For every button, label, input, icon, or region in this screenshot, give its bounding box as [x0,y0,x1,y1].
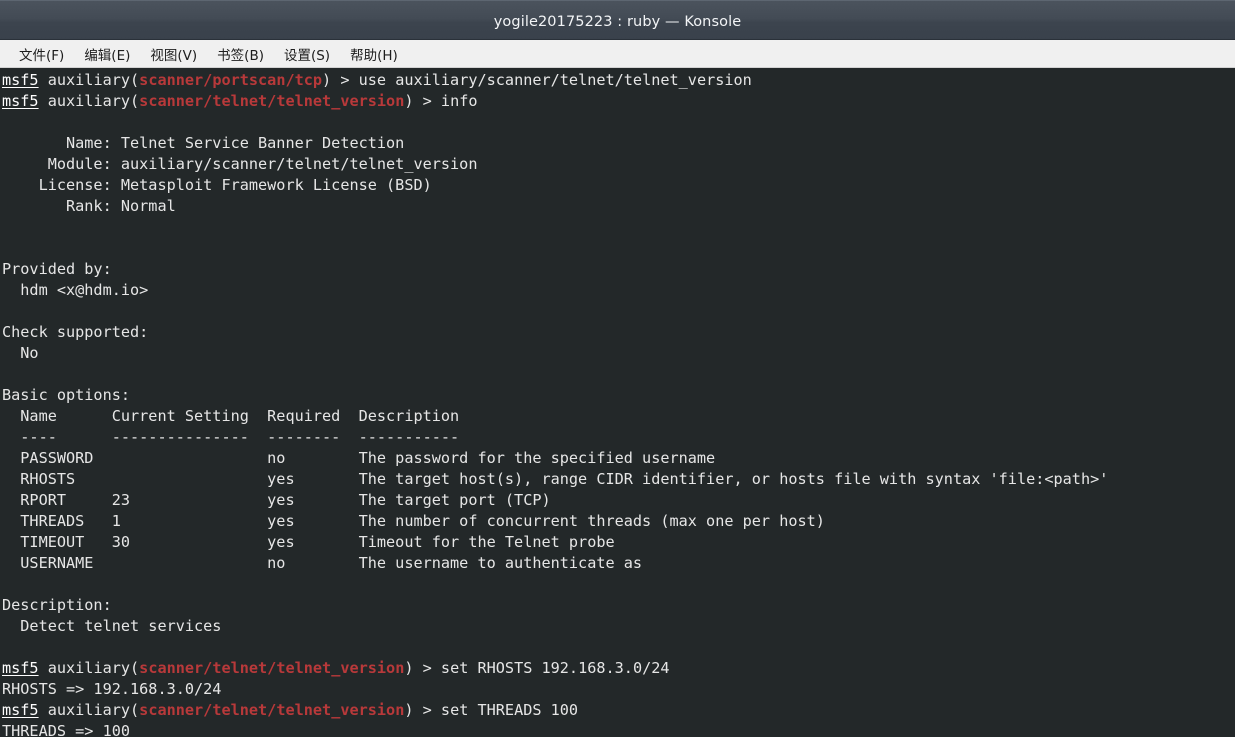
terminal-output-line: No [2,344,39,362]
msf-prompt-token: msf5 [2,701,39,719]
terminal-prompt-line: msf5 auxiliary(scanner/telnet/telnet_ver… [2,91,1235,112]
terminal-output-line: Provided by: [2,260,112,278]
prompt-caret: ) > [404,92,441,110]
window-titlebar[interactable]: yogile20175223 : ruby — Konsole [0,0,1235,40]
terminal-output-line: Name: Telnet Service Banner Detection [2,134,405,152]
terminal-prompt-line: msf5 auxiliary(scanner/telnet/telnet_ver… [2,700,1235,721]
prompt-auxiliary-text: auxiliary( [38,71,140,89]
prompt-module-path: scanner/portscan/tcp [139,71,323,89]
terminal-command-text: info [440,92,478,110]
terminal-output-line: RPORT 23 yes The target port (TCP) [2,491,551,509]
prompt-auxiliary-text: auxiliary( [38,92,140,110]
terminal-output-line: Name Current Setting Required Descriptio… [2,407,460,425]
terminal-output-line: Module: auxiliary/scanner/telnet/telnet_… [2,155,478,173]
msf-prompt-token: msf5 [2,71,39,89]
terminal-output-line: Description: [2,596,112,614]
msf-prompt-token: msf5 [2,659,39,677]
terminal-output-line: TIMEOUT 30 yes Timeout for the Telnet pr… [2,533,615,551]
window-title: yogile20175223 : ruby — Konsole [493,13,742,30]
terminal-prompt-line: msf5 auxiliary(scanner/telnet/telnet_ver… [2,658,1235,679]
menu-file[interactable]: 文件(F) [10,41,73,67]
terminal-command-text: set THREADS 100 [440,701,579,719]
terminal-output-line: Basic options: [2,386,131,404]
prompt-caret: ) > [404,659,441,677]
terminal-command-text: use auxiliary/scanner/telnet/telnet_vers… [358,71,752,89]
menu-settings[interactable]: 设置(S) [275,41,339,67]
menu-view[interactable]: 视图(V) [141,41,206,67]
terminal-output-line: RHOSTS yes The target host(s), range CID… [2,470,1109,488]
menu-help[interactable]: 帮助(H) [341,41,407,67]
menu-bookmarks[interactable]: 书签(B) [208,41,273,67]
terminal-command-text: set RHOSTS 192.168.3.0/24 [440,659,670,677]
terminal-output-line: Detect telnet services [2,617,222,635]
terminal-output-line: THREADS 1 yes The number of concurrent t… [2,512,825,530]
prompt-caret: ) > [404,701,441,719]
prompt-auxiliary-text: auxiliary( [38,701,140,719]
prompt-module-path: scanner/telnet/telnet_version [139,659,405,677]
terminal-output-line: License: Metasploit Framework License (B… [2,176,432,194]
msf-prompt-token: msf5 [2,92,39,110]
prompt-module-path: scanner/telnet/telnet_version [139,92,405,110]
terminal-output-line: Rank: Normal [2,197,176,215]
terminal-output-line: USERNAME no The username to authenticate… [2,554,643,572]
menu-bar: 文件(F) 编辑(E) 视图(V) 书签(B) 设置(S) 帮助(H) [0,40,1235,68]
prompt-auxiliary-text: auxiliary( [38,659,140,677]
prompt-caret: ) > [322,71,359,89]
prompt-module-path: scanner/telnet/telnet_version [139,701,405,719]
terminal-output[interactable]: msf5 auxiliary(scanner/portscan/tcp) > u… [0,68,1235,737]
terminal-output-line: RHOSTS => 192.168.3.0/24 [2,680,222,698]
menu-edit[interactable]: 编辑(E) [75,41,139,67]
terminal-prompt-line: msf5 auxiliary(scanner/portscan/tcp) > u… [2,70,1235,91]
terminal-output-line: Check supported: [2,323,149,341]
terminal-output-line: PASSWORD no The password for the specifi… [2,449,716,467]
terminal-output-line: hdm <x@hdm.io> [2,281,149,299]
terminal-output-line: ---- --------------- -------- ----------… [2,428,460,446]
terminal-output-line: THREADS => 100 [2,722,131,737]
